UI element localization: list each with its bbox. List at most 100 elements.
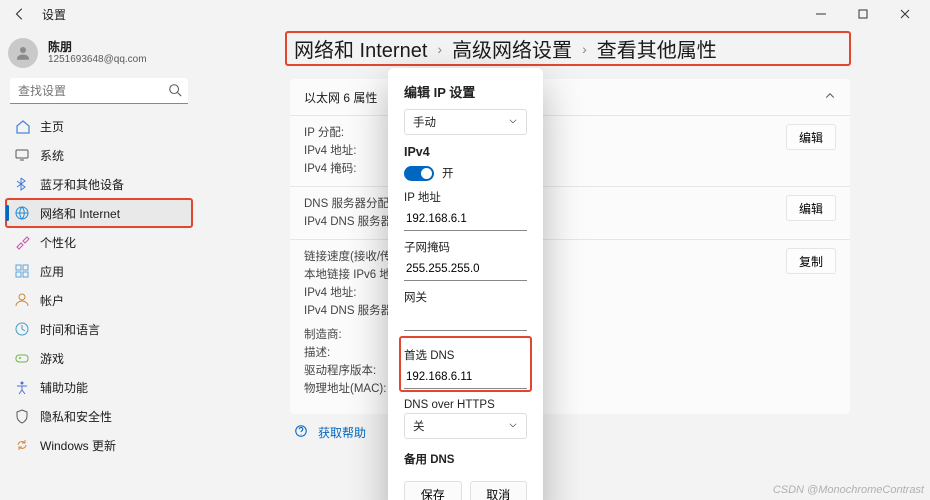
sidebar-item-home[interactable]: 主页	[6, 112, 192, 140]
maximize-button[interactable]	[842, 0, 884, 28]
help-label: 获取帮助	[318, 424, 366, 441]
info-row: 描述:	[304, 344, 786, 362]
breadcrumb-c: 查看其他属性	[597, 34, 717, 63]
doh-value: 关	[413, 418, 425, 434]
search-box[interactable]	[10, 78, 188, 104]
ip-mode-select[interactable]: 手动	[404, 109, 527, 135]
sidebar-item-label: 网络和 Internet	[40, 205, 120, 222]
search-input[interactable]	[10, 78, 188, 104]
sidebar-nav: 主页系统蓝牙和其他设备网络和 Internet 个性化应用帐户时间和语言游戏辅助功…	[6, 112, 192, 459]
ip-mode-value: 手动	[413, 114, 436, 130]
edit-ip-button[interactable]: 编辑	[786, 124, 836, 150]
dns-over-https-select[interactable]: 关	[404, 413, 527, 439]
sidebar-item-label: 游戏	[40, 350, 64, 367]
chevron-down-icon	[508, 116, 518, 129]
breadcrumb-a[interactable]: 网络和 Internet	[294, 34, 427, 63]
cancel-button[interactable]: 取消	[470, 481, 528, 500]
ipv4-toggle[interactable]	[404, 166, 434, 181]
info-row: 物理地址(MAC):	[304, 380, 786, 398]
bt-icon	[14, 176, 30, 192]
avatar	[8, 38, 38, 68]
sidebar-item-time[interactable]: 时间和语言	[6, 315, 192, 343]
edit-ip-dialog: 编辑 IP 设置 手动 IPv4 开 IP 地址 子网掩码 网关 首选 DNS …	[388, 68, 543, 500]
ethernet-expander: 以太网 6 属性 IP 分配:IPv4 地址:IPv4 掩码: 编辑 DNS 服…	[290, 79, 850, 414]
apps-icon	[14, 263, 30, 279]
preferred-dns-input[interactable]	[404, 365, 527, 389]
sidebar-item-label: Windows 更新	[40, 437, 116, 454]
back-button[interactable]	[4, 0, 36, 28]
breadcrumb: 网络和 Internet › 高级网络设置 › 查看其他属性	[286, 32, 850, 65]
ip-address-input[interactable]	[404, 207, 527, 231]
watermark: CSDN @MonochromeContrast	[773, 484, 924, 496]
copy-button[interactable]: 复制	[786, 248, 836, 274]
info-row: IPv4 掩码:	[304, 160, 786, 178]
access-icon	[14, 379, 30, 395]
expander-header[interactable]: 以太网 6 属性	[290, 79, 850, 115]
info-row: IPv4 地址:	[304, 142, 786, 160]
sidebar-item-label: 主页	[40, 118, 64, 135]
sidebar-item-label: 时间和语言	[40, 321, 100, 338]
game-icon	[14, 350, 30, 366]
sidebar-item-net[interactable]: 网络和 Internet	[6, 199, 192, 227]
account-block[interactable]: 陈朋 1251693648@qq.com	[6, 34, 192, 78]
subnet-mask-input[interactable]	[404, 257, 527, 281]
chevron-right-icon: ›	[582, 41, 587, 57]
close-button[interactable]	[884, 0, 926, 28]
breadcrumb-b[interactable]: 高级网络设置	[452, 34, 572, 63]
adapter-info-group: 链接速度(接收/传输):本地链接 IPv6 地址:IPv4 地址:IPv4 DN…	[290, 239, 850, 406]
get-help-link[interactable]: 获取帮助	[294, 424, 850, 441]
sidebar-item-access[interactable]: 辅助功能	[6, 373, 192, 401]
info-row: IPv4 地址:	[304, 284, 786, 302]
system-icon	[14, 147, 30, 163]
info-row: 驱动程序版本:	[304, 362, 786, 380]
info-row: 制造商:	[304, 326, 786, 344]
gateway-input[interactable]	[404, 307, 527, 331]
info-row: DNS 服务器分配:	[304, 195, 786, 213]
sidebar-item-label: 辅助功能	[40, 379, 88, 396]
sidebar-item-system[interactable]: 系统	[6, 141, 192, 169]
ip-assignment-group: IP 分配:IPv4 地址:IPv4 掩码: 编辑	[290, 115, 850, 186]
help-icon	[294, 424, 308, 441]
update-icon	[14, 437, 30, 453]
dialog-title: 编辑 IP 设置	[404, 82, 527, 101]
sidebar-item-brush[interactable]: 个性化	[6, 228, 192, 256]
sidebar-item-privacy[interactable]: 隐私和安全性	[6, 402, 192, 430]
info-row: IPv4 DNS 服务器:	[304, 213, 786, 231]
sidebar-item-label: 应用	[40, 263, 64, 280]
sidebar: 陈朋 1251693648@qq.com 主页系统蓝牙和其他设备网络和 Inte…	[0, 28, 200, 500]
sidebar-item-apps[interactable]: 应用	[6, 257, 192, 285]
net-icon	[14, 205, 30, 221]
account-name: 陈朋	[48, 40, 147, 54]
window-title: 设置	[42, 6, 66, 23]
chevron-up-icon	[824, 90, 836, 105]
main: 网络和 Internet › 高级网络设置 › 查看其他属性 以太网 6 属性 …	[200, 28, 930, 500]
chevron-right-icon: ›	[437, 41, 442, 57]
edit-dns-button[interactable]: 编辑	[786, 195, 836, 221]
ipv4-toggle-label: 开	[442, 165, 454, 181]
dns-assignment-group: DNS 服务器分配:IPv4 DNS 服务器: 编辑	[290, 186, 850, 239]
time-icon	[14, 321, 30, 337]
ip-address-label: IP 地址	[404, 189, 527, 205]
info-row: 链接速度(接收/传输):	[304, 248, 786, 266]
save-button[interactable]: 保存	[404, 481, 462, 500]
info-row: 本地链接 IPv6 地址:	[304, 266, 786, 284]
sidebar-item-user[interactable]: 帐户	[6, 286, 192, 314]
chevron-down-icon	[508, 420, 518, 433]
titlebar: 设置	[0, 0, 930, 28]
subnet-mask-label: 子网掩码	[404, 239, 527, 255]
privacy-icon	[14, 408, 30, 424]
ipv4-section-label: IPv4	[404, 145, 430, 159]
info-row: IPv4 DNS 服务器:	[304, 302, 786, 320]
home-icon	[14, 118, 30, 134]
user-icon	[14, 292, 30, 308]
brush-icon	[14, 234, 30, 250]
dns-over-https-label: DNS over HTTPS	[404, 399, 527, 411]
sidebar-item-game[interactable]: 游戏	[6, 344, 192, 372]
sidebar-item-update[interactable]: Windows 更新	[6, 431, 192, 459]
sidebar-item-label: 系统	[40, 147, 64, 164]
search-icon	[168, 83, 182, 100]
account-email: 1251693648@qq.com	[48, 54, 147, 66]
minimize-button[interactable]	[800, 0, 842, 28]
sidebar-item-label: 帐户	[40, 292, 64, 309]
sidebar-item-bt[interactable]: 蓝牙和其他设备	[6, 170, 192, 198]
